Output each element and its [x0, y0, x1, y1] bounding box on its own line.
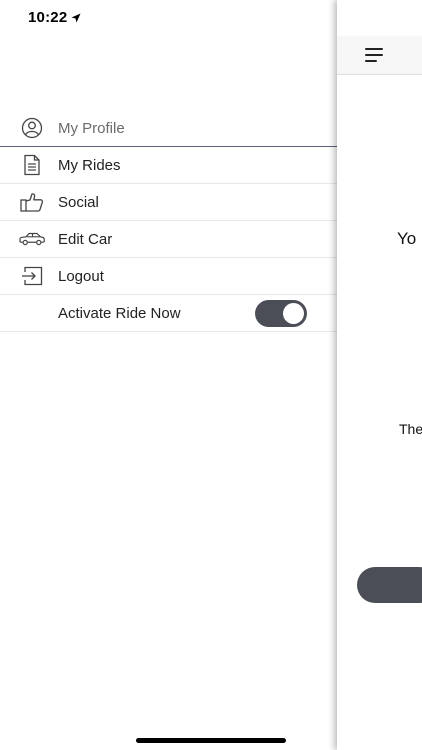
menu-item-social[interactable]: Social: [0, 184, 337, 221]
menu-label: Logout: [58, 267, 104, 285]
car-icon: [19, 226, 45, 252]
drawer-menu: My Profile My Rides Social Edit Car Logo…: [0, 110, 337, 332]
main-body-text: The: [399, 421, 422, 437]
main-top-bar: [337, 36, 422, 75]
menu-label: Social: [58, 193, 99, 211]
menu-item-my-profile[interactable]: My Profile: [0, 110, 337, 147]
menu-item-activate-ride: Activate Ride Now: [0, 295, 337, 332]
activate-ride-toggle[interactable]: [255, 300, 307, 327]
document-icon: [19, 152, 45, 178]
location-arrow-icon: [71, 13, 81, 22]
menu-item-edit-car[interactable]: Edit Car: [0, 221, 337, 258]
menu-item-logout[interactable]: Logout: [0, 258, 337, 295]
main-panel: Yo The: [337, 0, 422, 750]
main-action-button[interactable]: [357, 567, 422, 603]
logout-icon: [19, 263, 45, 289]
menu-item-my-rides[interactable]: My Rides: [0, 147, 337, 184]
home-indicator: [136, 738, 286, 743]
app-screen: 10:22 My Profile My Rides Social Edit Ca…: [0, 0, 422, 750]
main-heading-text: Yo: [397, 229, 417, 248]
menu-label: My Profile: [58, 119, 125, 137]
user-circle-icon: [19, 115, 45, 141]
toggle-knob: [283, 303, 304, 324]
hamburger-menu-icon[interactable]: [365, 48, 383, 66]
status-time-text: 10:22: [28, 9, 68, 26]
status-time: 10:22: [28, 9, 81, 26]
activate-ride-label: Activate Ride Now: [58, 304, 181, 322]
menu-label: Edit Car: [58, 230, 113, 248]
thumbs-up-icon: [19, 189, 45, 215]
menu-label: My Rides: [58, 156, 121, 174]
